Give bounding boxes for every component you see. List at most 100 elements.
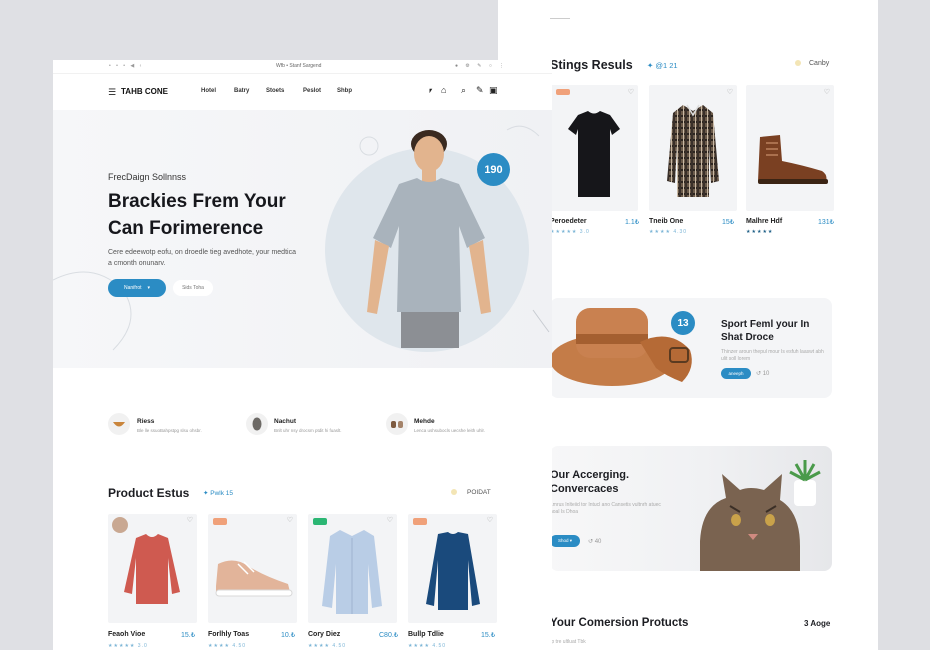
product-sort-control[interactable]: POIDAT — [451, 489, 491, 496]
stone-icon — [246, 413, 268, 435]
favorite-icon[interactable]: ♡ — [387, 516, 393, 524]
product-name[interactable]: Peroedeter — [550, 218, 587, 225]
hero-badge: 190 — [477, 153, 510, 186]
product-card[interactable]: ♡ — [746, 85, 834, 211]
edit-icon[interactable]: ✎ — [476, 85, 484, 96]
feature-title: Riess — [137, 418, 155, 425]
product-rating: ★★★★★ — [746, 229, 774, 235]
sneaker-image — [215, 560, 293, 597]
hero-title: Brackies Frem Your Can Forimerence — [108, 191, 286, 239]
seller-avatar — [112, 517, 128, 533]
hero-kicker: FrecDaign Sollnnss — [108, 172, 187, 182]
hat-belt-image — [550, 308, 692, 386]
conversion-title: Your Comersion Protucts — [550, 617, 689, 629]
pet-banner-title: Our Accerging. Convercaces — [550, 469, 630, 495]
product-name[interactable]: Tneib One — [649, 218, 683, 225]
product-card[interactable]: ♡ — [308, 514, 397, 623]
sort-dot-icon — [795, 60, 801, 67]
sale-tag — [413, 518, 427, 525]
hero-primary-button[interactable]: Nanifrot ▾ — [108, 279, 166, 297]
favorite-icon[interactable]: ♡ — [628, 88, 634, 96]
chevron-down-icon: ▾ — [147, 285, 151, 291]
product-card[interactable]: ♡ — [208, 514, 297, 623]
conversion-subtitle: Ip tre ultluat Tbk — [550, 639, 586, 645]
home-page: • • • ◀ ‹ Wfb • Stanf Sargend ● ⚙ ✎ ○ ⋮ … — [53, 60, 552, 650]
sale-tag — [213, 518, 227, 525]
product-name[interactable]: Forlhly Toas — [208, 631, 249, 638]
navy-sweater-image — [426, 532, 480, 610]
results-title: Stings Resuls — [550, 58, 633, 72]
pet-banner-description: Lmrus Inlteiid tor Intucl ano Cansetis v… — [550, 502, 661, 515]
search-results-page: Stings Resuls ✦ @1 21 Canby ♡ Peroedeter… — [498, 0, 878, 650]
sort-label: Canby — [809, 60, 830, 67]
product-rating: ★★★★ 4.50 — [308, 643, 347, 649]
product-card[interactable]: ♡ — [108, 514, 197, 623]
favorite-icon[interactable]: ♡ — [287, 516, 293, 524]
promo-badge: 13 — [671, 311, 695, 335]
product-price: 1.1₺ — [625, 219, 640, 226]
product-sort-label: POIDAT — [467, 489, 491, 496]
hero-primary-label: Nanifrot — [123, 285, 142, 291]
nav-item-shbp[interactable]: Shbp — [337, 88, 352, 94]
favorite-icon[interactable]: ♡ — [727, 88, 733, 96]
features-row: Riess Ble lle ssuoBahpstpg slsu ohsbr. N… — [53, 400, 552, 440]
promo-banner — [550, 298, 832, 398]
favorite-icon[interactable]: ♡ — [487, 516, 493, 524]
product-name[interactable]: Bullp Tdlie — [408, 631, 444, 638]
plaid-shirt-image — [667, 104, 719, 197]
conversion-count[interactable]: 3 Aoge — [804, 619, 830, 628]
search-icon[interactable]: ⌕ — [461, 85, 466, 96]
product-name[interactable]: Feaoh Vioe — [108, 631, 145, 638]
browser-actions[interactable]: ● ⚙ ✎ ○ ⋮ — [455, 63, 507, 69]
product-card[interactable]: ♡ — [408, 514, 497, 623]
pet-banner-button[interactable]: Shod ▾ — [550, 535, 580, 547]
sale-tag — [556, 89, 570, 95]
nav-item-batry[interactable]: Batry — [234, 88, 249, 94]
promo-description: Thinzer aroun thepul mour Is esfuh laasw… — [721, 349, 824, 362]
product-name[interactable]: Cory Diez — [308, 631, 340, 638]
backdrop-right — [878, 0, 930, 650]
dress-shirt-image — [322, 530, 382, 614]
favorite-icon[interactable]: ♡ — [824, 88, 830, 96]
home-icon[interactable]: ⌂ — [441, 85, 446, 95]
nav-item-peslot[interactable]: Peslot — [303, 88, 321, 94]
product-price: 15.₺ — [481, 632, 496, 639]
feature-description: Bnlt uhr nsy drocsm ptdit hi fuaslt. — [274, 428, 342, 433]
product-section-count: ✦ Pwlk 15 — [203, 490, 234, 497]
product-price: C80.₺ — [379, 632, 399, 639]
product-price: 15.₺ — [181, 632, 196, 639]
promo-title: Sport Feml your In Shat Droce — [721, 319, 810, 343]
pet-banner-extra: ↺ 40 — [588, 539, 602, 545]
feature-description: Ble lle ssuoBahpstpg slsu ohsbr. — [137, 428, 202, 433]
product-rating: ★★★★ 4.30 — [649, 229, 688, 235]
hero-secondary-button[interactable]: Sids Toha — [173, 280, 213, 296]
main-nav: ☰ TAHB CONE Hotel Batry Stoets Peslot Sh… — [53, 74, 552, 110]
results-count: ✦ @1 21 — [647, 61, 678, 70]
product-name[interactable]: Malhre Hdf — [746, 218, 782, 225]
divider — [550, 18, 570, 19]
product-card[interactable]: ♡ — [649, 85, 737, 211]
url-bar[interactable]: Wfb • Stanf Sargend — [276, 63, 321, 69]
tshirt-image — [568, 111, 620, 197]
hero-description: Cere edeewotp eofu, on droedle tieg aved… — [108, 249, 296, 267]
feature-title: Mehde — [414, 418, 435, 425]
browser-bar: • • • ◀ ‹ Wfb • Stanf Sargend ● ⚙ ✎ ○ ⋮ — [53, 60, 552, 74]
menu-icon[interactable]: ☰ — [108, 87, 116, 98]
feature-title: Nachut — [274, 418, 297, 425]
cart-icon[interactable]: ▣ — [489, 85, 498, 96]
promo-extra: ↺ 10 — [756, 371, 770, 377]
nav-item-hotel[interactable]: Hotel — [201, 88, 216, 94]
promo-button[interactable]: aneeph — [721, 368, 751, 379]
favorite-icon[interactable]: ♡ — [187, 516, 193, 524]
product-card[interactable]: ♡ — [550, 85, 638, 211]
nav-item-stoets[interactable]: Stoets — [266, 88, 284, 94]
product-rating: ★★★★ 4.50 — [408, 643, 447, 649]
sort-control[interactable]: Canby — [795, 60, 829, 67]
boot-image — [758, 135, 828, 184]
sort-dot-icon — [451, 489, 457, 496]
shoes-icon — [386, 413, 408, 435]
site-logo[interactable]: TAHB CONE — [121, 87, 168, 96]
browser-controls[interactable]: • • • ◀ ‹ — [109, 63, 143, 69]
bag-icon[interactable]: ⎖ — [427, 85, 434, 96]
product-price: 10.₺ — [281, 632, 296, 639]
